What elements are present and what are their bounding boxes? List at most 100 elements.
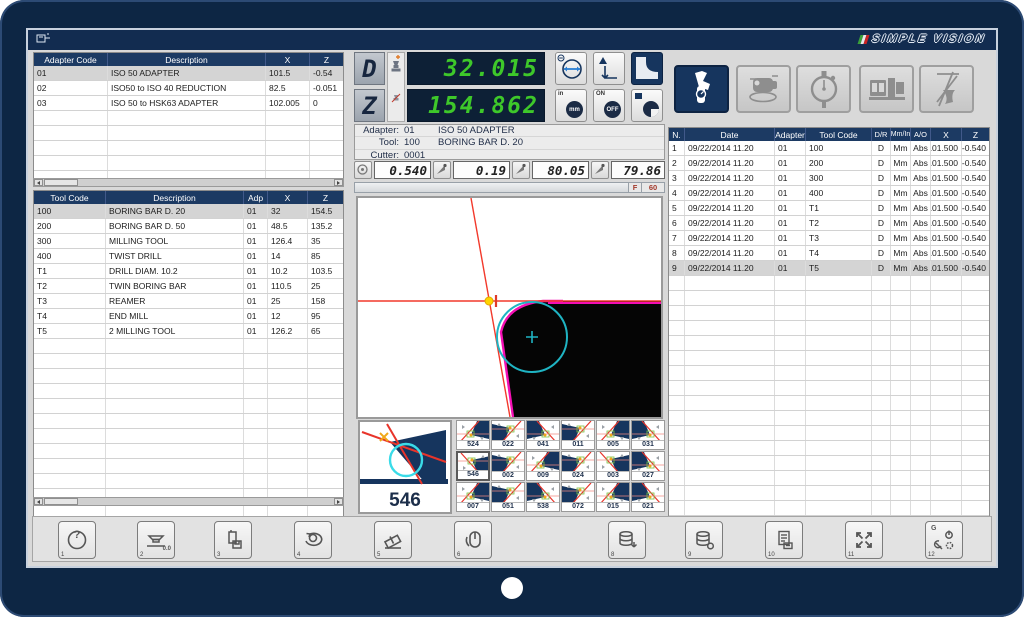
history-empty-row[interactable] xyxy=(669,306,989,321)
radius-measure-button[interactable] xyxy=(354,161,372,179)
scrollbar-thumb[interactable] xyxy=(44,498,78,505)
scroll-right-arrow[interactable] xyxy=(334,179,343,186)
database-save-button[interactable]: 8 xyxy=(608,521,646,559)
axis-z-button[interactable]: Z xyxy=(354,89,385,122)
history-empty-row[interactable] xyxy=(669,381,989,396)
history-row[interactable]: 3 09/22/2014 11.20 01 300 D Mm Abs 101.5… xyxy=(669,171,989,186)
tool-row[interactable]: 100 BORING BAR D. 20 01 32 154.5 xyxy=(34,204,343,219)
tool-empty-row[interactable] xyxy=(34,399,343,414)
tool-row[interactable]: T4 END MILL 01 12 95 xyxy=(34,309,343,324)
print-report-button[interactable]: 10 xyxy=(765,521,803,559)
adapter-empty-row[interactable] xyxy=(34,126,343,141)
history-row[interactable]: 9 09/22/2014 11.20 01 T5 D Mm Abs 101.50… xyxy=(669,261,989,276)
history-empty-row[interactable] xyxy=(669,456,989,471)
tool-empty-row[interactable] xyxy=(34,354,343,369)
adapter-empty-row[interactable] xyxy=(34,111,343,126)
tool-row[interactable]: T5 2 MILLING TOOL 01 126.2 65 xyxy=(34,324,343,339)
gallery-thumbnail[interactable]: 031 xyxy=(631,420,665,450)
tool-row[interactable]: T1 DRILL DIAM. 10.2 01 10.2 103.5 xyxy=(34,264,343,279)
history-row[interactable]: 4 09/22/2014 11.20 01 400 D Mm Abs 101.5… xyxy=(669,186,989,201)
history-empty-row[interactable] xyxy=(669,351,989,366)
erase-button[interactable]: 5 xyxy=(374,521,412,559)
history-empty-row[interactable] xyxy=(669,366,989,381)
history-row[interactable]: 5 09/22/2014 11.20 01 T1 D Mm Abs 101.50… xyxy=(669,201,989,216)
history-empty-row[interactable] xyxy=(669,426,989,441)
history-row[interactable]: 2 09/22/2014 11.20 01 200 D Mm Abs 101.5… xyxy=(669,156,989,171)
tool-empty-row[interactable] xyxy=(34,384,343,399)
angle-measure-button-3[interactable] xyxy=(591,161,609,179)
capture-button[interactable]: 6 xyxy=(454,521,492,559)
adapter-empty-row[interactable] xyxy=(34,141,343,156)
axis-d-button[interactable]: D xyxy=(354,52,385,85)
help-button[interactable]: ? 1 xyxy=(58,521,96,559)
gallery-thumbnail[interactable]: 011 xyxy=(561,420,595,450)
tool-empty-row[interactable] xyxy=(34,444,343,459)
dial-indicator-mode-button[interactable] xyxy=(796,65,851,113)
gallery-thumbnail[interactable]: 022 xyxy=(491,420,525,450)
adapter-row[interactable]: 01 ISO 50 ADAPTER 101.5 -0.54 xyxy=(34,66,343,81)
gallery-thumbnail[interactable]: 003 xyxy=(596,451,630,481)
fullscreen-button[interactable]: 11 xyxy=(845,521,883,559)
gallery-thumbnail[interactable]: 524 xyxy=(456,420,490,450)
adapter-table-scrollbar[interactable] xyxy=(33,178,344,187)
datum-reference-button[interactable] xyxy=(593,52,625,85)
adapter-row[interactable]: 03 ISO 50 to HSK63 ADAPTER 102.005 0 xyxy=(34,96,343,111)
display-mode-button[interactable] xyxy=(631,89,663,122)
corner-radius-button[interactable] xyxy=(631,52,663,85)
system-settings-button[interactable]: G 12 xyxy=(925,521,963,559)
on-off-button[interactable]: ON OFF xyxy=(593,89,625,122)
history-empty-row[interactable] xyxy=(669,321,989,336)
history-empty-row[interactable] xyxy=(669,291,989,306)
gallery-thumbnail[interactable]: 024 xyxy=(561,451,595,481)
tool-empty-row[interactable] xyxy=(34,414,343,429)
gallery-thumbnail[interactable]: 027 xyxy=(631,451,665,481)
history-empty-row[interactable] xyxy=(669,396,989,411)
tool-row[interactable]: 400 TWIST DRILL 01 14 85 xyxy=(34,249,343,264)
history-row[interactable]: 1 09/22/2014 11.20 01 100 D Mm Abs 101.5… xyxy=(669,141,989,156)
history-row[interactable]: 6 09/22/2014 11.20 01 T2 D Mm Abs 101.50… xyxy=(669,216,989,231)
gallery-thumbnail[interactable]: 007 xyxy=(456,482,490,512)
tool-empty-row[interactable] xyxy=(34,459,343,474)
adapter-empty-row[interactable] xyxy=(34,156,343,171)
tool-row[interactable]: 200 BORING BAR D. 50 01 48.5 135.2 xyxy=(34,219,343,234)
tool-rotation-button[interactable]: 4 xyxy=(294,521,332,559)
tool-empty-row[interactable] xyxy=(34,429,343,444)
tool-zero-button[interactable]: 0.0 2 xyxy=(137,521,175,559)
gallery-thumbnail[interactable]: 021 xyxy=(631,482,665,512)
gallery-thumbnail[interactable]: 051 xyxy=(491,482,525,512)
scroll-left-arrow[interactable] xyxy=(34,498,43,505)
history-empty-row[interactable] xyxy=(669,336,989,351)
tool-empty-row[interactable] xyxy=(34,474,343,489)
gallery-thumbnail[interactable]: 538 xyxy=(526,482,560,512)
history-row[interactable]: 8 09/22/2014 11.20 01 T4 D Mm Abs 101.50… xyxy=(669,246,989,261)
tool-empty-row[interactable] xyxy=(34,339,343,354)
selected-image-preview[interactable]: 546 xyxy=(358,420,452,514)
gallery-thumbnail[interactable]: 005 xyxy=(596,420,630,450)
history-empty-row[interactable] xyxy=(669,486,989,501)
gallery-thumbnail[interactable]: 041 xyxy=(526,420,560,450)
inch-mm-toggle-button[interactable]: in mm xyxy=(555,89,587,122)
tool-row[interactable]: 300 MILLING TOOL 01 126.4 35 xyxy=(34,234,343,249)
scroll-right-arrow[interactable] xyxy=(334,498,343,505)
gallery-thumbnail[interactable]: 015 xyxy=(596,482,630,512)
database-settings-button[interactable]: 9 xyxy=(685,521,723,559)
scroll-left-arrow[interactable] xyxy=(34,179,43,186)
angle-measure-button-1[interactable] xyxy=(433,161,451,179)
tool-row[interactable]: T3 REAMER 01 25 158 xyxy=(34,294,343,309)
adapter-row[interactable]: 02 ISO50 to ISO 40 REDUCTION 82.5 -0.051 xyxy=(34,81,343,96)
diameter-measure-button[interactable] xyxy=(555,52,587,85)
history-empty-row[interactable] xyxy=(669,501,989,516)
gallery-thumbnail[interactable]: 002 xyxy=(491,451,525,481)
gallery-thumbnail[interactable]: 546 xyxy=(456,451,490,481)
save-tool-button[interactable]: 3 xyxy=(214,521,252,559)
height-gauge-mode-button[interactable] xyxy=(919,65,974,113)
tool-row[interactable]: T2 TWIN BORING BAR 01 110.5 25 xyxy=(34,279,343,294)
angle-measure-button-2[interactable] xyxy=(512,161,530,179)
projector-mode-button[interactable] xyxy=(736,65,791,113)
tool-empty-row[interactable] xyxy=(34,369,343,384)
history-empty-row[interactable] xyxy=(669,276,989,291)
history-empty-row[interactable] xyxy=(669,471,989,486)
camera-view[interactable] xyxy=(356,196,663,419)
scrollbar-thumb[interactable] xyxy=(44,179,78,186)
history-empty-row[interactable] xyxy=(669,411,989,426)
